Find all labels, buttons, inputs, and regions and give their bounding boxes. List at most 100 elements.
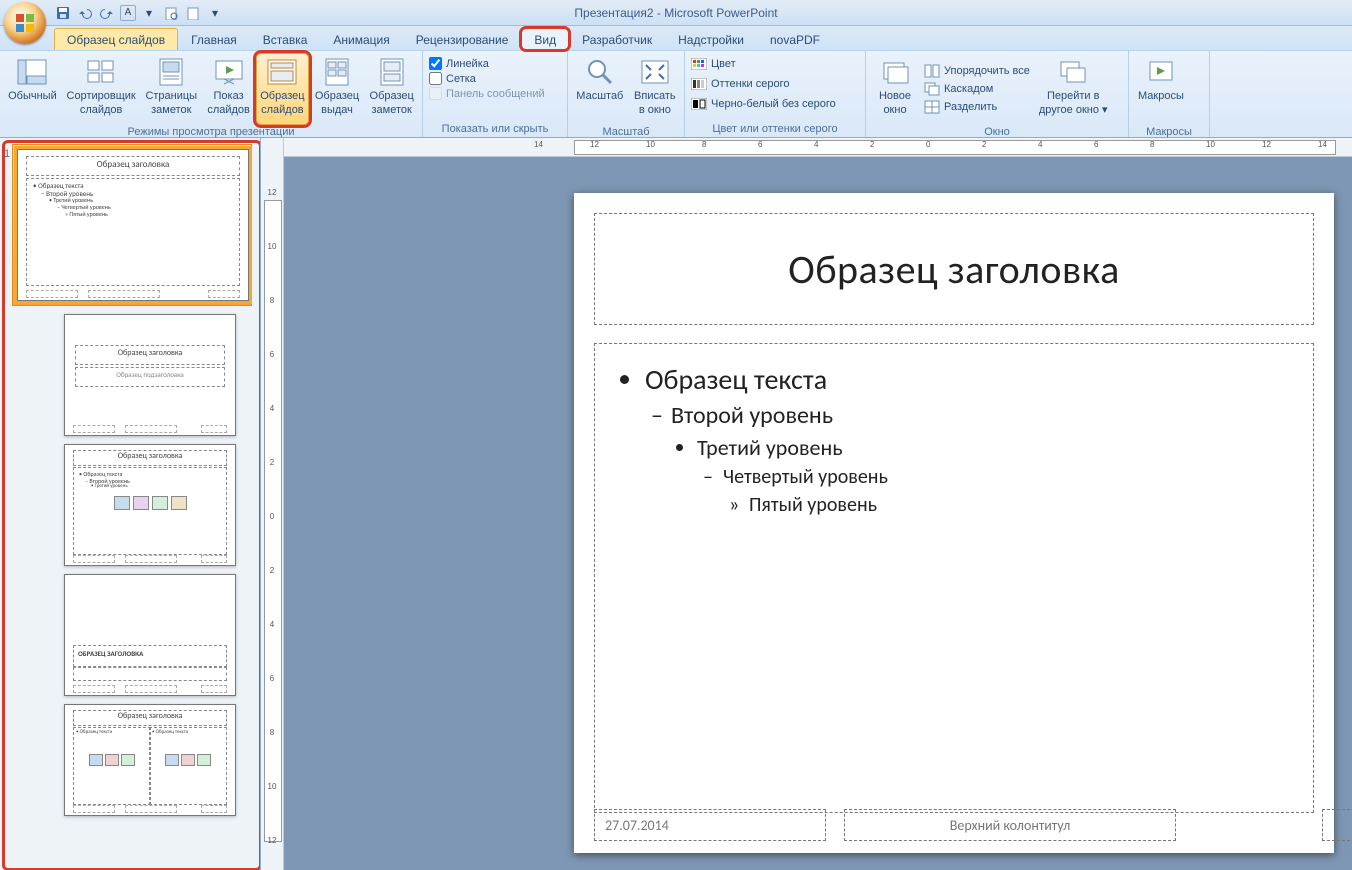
slide-show-button[interactable]: Показ слайдов — [203, 53, 254, 125]
layout-thumbnail-3[interactable]: ОБРАЗЕЦ ЗАГОЛОВКА — [64, 574, 236, 696]
notes-master-button[interactable]: Образец заметок — [365, 53, 418, 125]
normal-view-button[interactable]: Обычный — [4, 53, 61, 125]
vruler-tick: 6 — [261, 350, 283, 359]
slide-sorter-button[interactable]: Сортировщик слайдов — [63, 53, 140, 125]
title-placeholder[interactable]: Образец заголовка — [594, 213, 1314, 325]
qat-customize-icon[interactable]: ▾ — [206, 4, 224, 22]
vruler-tick: 4 — [261, 404, 283, 413]
zoom-icon — [584, 56, 616, 88]
color-icon — [691, 56, 707, 72]
title-text: Образец заголовка — [788, 245, 1120, 294]
arrange-all-button[interactable]: Упорядочить все — [922, 62, 1032, 80]
tab-slide-master[interactable]: Образец слайдов — [54, 28, 178, 50]
bw-button[interactable]: Черно-белый без серого — [689, 95, 838, 113]
quick-print-icon[interactable] — [184, 4, 202, 22]
save-icon[interactable] — [54, 4, 72, 22]
hruler-tick: 14 — [1318, 140, 1327, 149]
ruler-checkbox-input[interactable] — [429, 57, 442, 70]
message-bar-checkbox-input — [429, 87, 442, 100]
switch-window-button[interactable]: Перейти в другое окно ▾ — [1034, 53, 1113, 125]
qat-more-1[interactable]: ▾ — [140, 4, 158, 22]
footer-placeholder[interactable]: Верхний колонтитул — [844, 809, 1176, 841]
macros-button[interactable]: Макросы — [1133, 53, 1189, 125]
tab-novapdf[interactable]: novaPDF — [757, 28, 833, 50]
hruler-tick: 0 — [926, 140, 930, 149]
vruler-tick: 2 — [261, 566, 283, 575]
cascade-button[interactable]: Каскадом — [922, 80, 1032, 98]
fit-window-icon — [639, 56, 671, 88]
edit-area[interactable]: 141210864202468101214 Образец заголовка … — [284, 138, 1352, 870]
notes-master-icon — [376, 56, 408, 88]
ruler-checkbox[interactable]: Линейка — [429, 57, 545, 70]
notes-page-button[interactable]: Страницы заметок — [141, 53, 201, 125]
tab-insert[interactable]: Вставка — [250, 28, 321, 50]
hruler-tick: 6 — [758, 140, 762, 149]
layout-thumbnail-4[interactable]: Образец заголовка • Образец текста • Обр… — [64, 704, 236, 816]
slide-master-button[interactable]: Образец слайдов — [256, 53, 309, 125]
text-tool-icon[interactable]: A — [120, 5, 136, 21]
color-button[interactable]: Цвет — [689, 55, 738, 73]
zoom-button[interactable]: Масштаб — [572, 53, 628, 125]
hruler-tick: 2 — [982, 140, 986, 149]
fit-window-button[interactable]: Вписать в окно — [630, 53, 680, 125]
workspace: 1 Образец заголовка • Образец текста – В… — [0, 138, 1352, 870]
layout-thumbnail-2[interactable]: Образец заголовка • Образец текста – Вто… — [64, 444, 236, 566]
grid-checkbox[interactable]: Сетка — [429, 72, 545, 85]
grayscale-button[interactable]: Оттенки серого — [689, 75, 791, 93]
hruler-tick: 10 — [1206, 140, 1215, 149]
undo-icon[interactable] — [76, 4, 94, 22]
vruler-tick: 12 — [261, 836, 283, 845]
hruler-tick: 14 — [534, 140, 543, 149]
bw-icon — [691, 96, 707, 112]
grayscale-icon — [691, 76, 707, 92]
cascade-icon — [924, 81, 940, 97]
print-preview-icon[interactable] — [162, 4, 180, 22]
vruler-tick: 8 — [261, 296, 283, 305]
message-bar-checkbox: Панель сообщений — [429, 87, 545, 100]
slide-master-canvas[interactable]: Образец заголовка Образец текста Второй … — [574, 193, 1334, 853]
grid-checkbox-input[interactable] — [429, 72, 442, 85]
master-thumbnail[interactable]: Образец заголовка • Образец текста – Вто… — [17, 149, 249, 301]
horizontal-ruler: 141210864202468101214 — [284, 138, 1352, 157]
slide-sorter-icon — [85, 56, 117, 88]
normal-view-icon — [16, 56, 48, 88]
slide-show-icon — [213, 56, 245, 88]
hruler-tick: 4 — [814, 140, 818, 149]
tab-developer[interactable]: Разработчик — [569, 28, 665, 50]
ribbon: Обычный Сортировщик слайдов Страницы зам… — [0, 51, 1352, 138]
arrange-all-icon — [924, 63, 940, 79]
vruler-tick: 10 — [261, 782, 283, 791]
handout-master-button[interactable]: Образец выдач — [311, 53, 364, 125]
vruler-tick: 6 — [261, 674, 283, 683]
group-label-showhide: Показать или скрыть — [427, 122, 563, 137]
vruler-tick: 12 — [261, 188, 283, 197]
slide-number-1: 1 — [4, 148, 10, 160]
slide-master-panel[interactable]: 1 Образец заголовка • Образец текста – В… — [0, 138, 261, 870]
split-button[interactable]: Разделить — [922, 98, 1032, 116]
title-bar: A ▾ ▾ Презентация2 - Microsoft PowerPoin… — [0, 0, 1352, 26]
body-placeholder[interactable]: Образец текста Второй уровень Третий уро… — [594, 343, 1314, 813]
date-placeholder[interactable]: 27.07.2014 — [594, 809, 826, 841]
new-window-button[interactable]: Новое окно — [870, 53, 920, 125]
slide-number-placeholder[interactable] — [1322, 809, 1352, 841]
hruler-tick: 6 — [1094, 140, 1098, 149]
chevron-down-icon: ▾ — [1102, 104, 1108, 116]
tab-home[interactable]: Главная — [178, 28, 250, 50]
split-icon — [924, 99, 940, 115]
hruler-tick: 4 — [1038, 140, 1042, 149]
hruler-tick: 12 — [590, 140, 599, 149]
tab-view[interactable]: Вид — [521, 28, 569, 50]
handout-master-icon — [321, 56, 353, 88]
tab-review[interactable]: Рецензирование — [403, 28, 522, 50]
tab-addins[interactable]: Надстройки — [665, 28, 757, 50]
redo-icon[interactable] — [98, 4, 116, 22]
vruler-tick: 0 — [261, 512, 283, 521]
hruler-tick: 8 — [1150, 140, 1154, 149]
layout-thumbnail-1[interactable]: Образец заголовка Образец подзаголовка — [64, 314, 236, 436]
vruler-tick: 10 — [261, 242, 283, 251]
vruler-tick: 4 — [261, 620, 283, 629]
hruler-tick: 12 — [1262, 140, 1271, 149]
switch-window-icon — [1057, 56, 1089, 88]
tab-animation[interactable]: Анимация — [320, 28, 402, 50]
office-button[interactable] — [4, 2, 46, 44]
